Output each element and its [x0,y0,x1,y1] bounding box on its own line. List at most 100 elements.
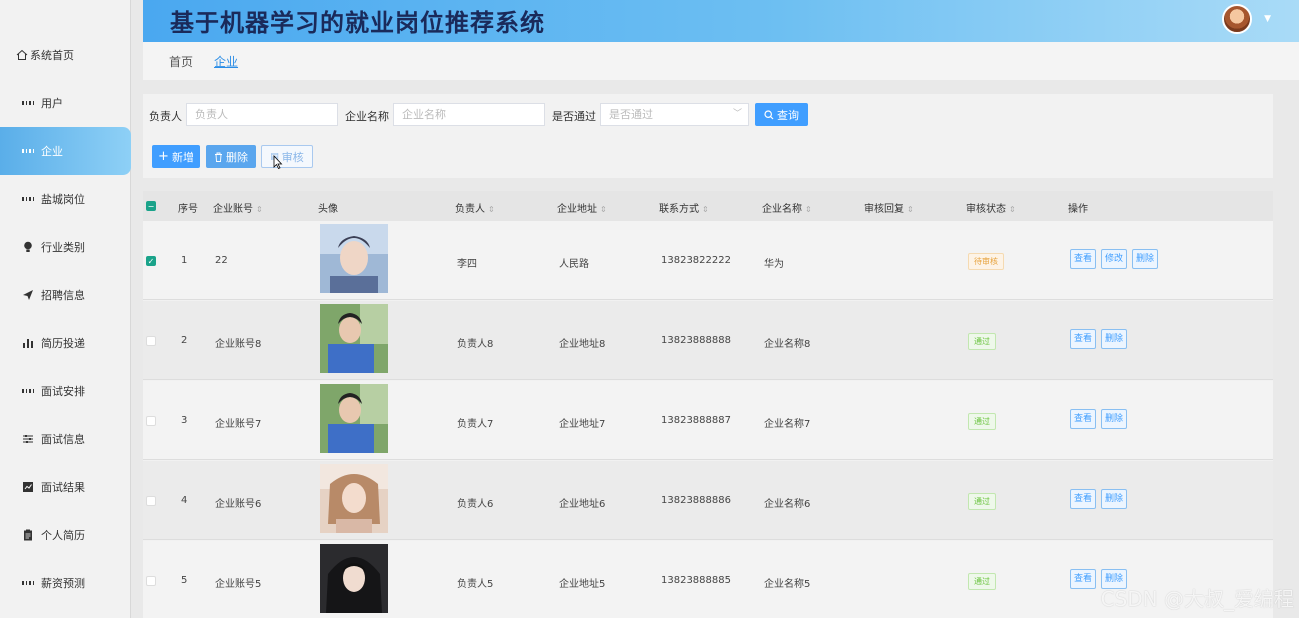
sidebar-item-users[interactable]: 用户 [0,79,131,127]
passed-select-value: 是否通过 [609,108,653,121]
row-checkbox[interactable] [146,496,156,506]
cell-company-name: 企业名称7 [764,419,811,430]
view-button[interactable]: 查看 [1070,489,1097,509]
cell-index: 2 [181,335,188,346]
chevron-down-icon[interactable]: ▼ [1264,14,1271,24]
chevron-down-icon: ﹀ [732,109,742,119]
company-table: − 序号 企业账号 ⇕ 头像 负责人 ⇕ 企业地址 ⇕ 联系方式 ⇕ 企业名称 ⇕ 审核回… [143,191,1273,618]
sidebar-item-recruit[interactable]: 招聘信息 [0,271,131,319]
company-name-input[interactable]: 企业名称 [393,103,545,126]
sidebar-item-resume-submit[interactable]: 简历投递 [0,319,131,367]
row-checkbox[interactable] [146,416,156,426]
sidebar-item-interview-result[interactable]: 面试结果 [0,463,131,511]
avatar-image [320,464,388,533]
grid-icon [22,193,34,205]
th-address[interactable]: 企业地址 ⇕ [557,200,607,215]
sidebar-item-label: 面试安排 [41,385,85,398]
search-button[interactable]: 查询 [755,103,808,126]
review-button-label: 审核 [281,150,304,164]
sidebar-item-industry[interactable]: 行业类别 [0,223,131,271]
cell-index: 3 [181,415,188,426]
passed-label: 是否通过 [552,110,596,123]
search-icon [764,109,774,119]
company-name-label: 企业名称 [345,110,389,123]
table-header: − 序号 企业账号 ⇕ 头像 负责人 ⇕ 企业地址 ⇕ 联系方式 ⇕ 企业名称 ⇕ 审核回… [143,191,1273,221]
app-title: 基于机器学习的就业岗位推荐系统 [170,9,545,37]
row-checkbox[interactable] [146,576,156,586]
cell-owner: 负责人5 [457,579,494,590]
th-company-name[interactable]: 企业名称 ⇕ [762,200,812,215]
row-checkbox[interactable]: ✓ [146,256,156,266]
owner-input[interactable]: 负责人 [186,103,338,126]
add-button[interactable]: + 新增 [152,145,200,168]
sidebar-item-company[interactable]: 企业 [0,127,131,175]
review-button[interactable]: ▤ 审核 [261,145,313,168]
sidebar-item-label: 系统首页 [30,49,74,62]
owner-label: 负责人 [149,110,182,123]
search-button-label: 查询 [777,108,799,122]
sidebar-item-interview-info[interactable]: 面试信息 [0,415,131,463]
bar-chart-icon [22,337,34,349]
th-review-status[interactable]: 审核状态 ⇕ [966,200,1016,215]
sidebar-item-interview-schedule[interactable]: 面试安排 [0,367,131,415]
grid-icon [22,97,34,109]
plus-icon: + [158,149,169,164]
delete-row-button[interactable]: 删除 [1101,489,1128,509]
sidebar-item-label: 盐城岗位 [41,193,85,206]
th-account[interactable]: 企业账号 ⇕ [213,200,263,215]
sidebar-item-salary[interactable]: 薪资预测 [0,559,131,607]
select-all-checkbox[interactable]: − [146,201,156,211]
delete-button[interactable]: 删除 [206,145,256,168]
sidebar-item-home[interactable]: 系统首页 [0,31,131,79]
avatar-image [320,304,388,373]
send-icon [22,289,34,301]
th-phone[interactable]: 联系方式 ⇕ [659,200,709,215]
cell-company-name: 企业名称6 [764,499,811,510]
delete-row-button[interactable]: 删除 [1101,329,1128,349]
view-button[interactable]: 查看 [1070,569,1097,589]
table-row: ✓ 1 22 李四 人民路 13823822222 华为 待审核 查看 修改 删… [143,221,1273,300]
sidebar-item-label: 用户 [41,97,63,110]
trash-icon [215,152,222,162]
cell-address: 企业地址5 [559,579,606,590]
status-badge: 通过 [968,493,996,510]
edit-button[interactable]: 修改 [1101,249,1128,269]
th-review-reply[interactable]: 审核回复 ⇕ [864,200,914,215]
avatar-image [320,544,388,613]
view-button[interactable]: 查看 [1070,409,1097,429]
chart-box-icon [22,481,34,493]
cell-company-name: 企业名称8 [764,339,811,350]
cell-phone: 13823888887 [661,415,731,426]
cell-owner: 负责人7 [457,419,494,430]
passed-select[interactable]: 是否通过 ﹀ [600,103,749,126]
cell-company-name: 华为 [764,259,784,270]
cell-phone: 13823888886 [661,495,731,506]
breadcrumb-current[interactable]: 企业 [214,53,238,70]
sidebar-item-resume[interactable]: 个人简历 [0,511,131,559]
th-owner[interactable]: 负责人 ⇕ [455,200,495,215]
mouse-cursor-icon [273,155,283,169]
cell-owner: 李四 [457,259,477,270]
grid-icon [22,145,34,157]
avatar[interactable] [1222,4,1252,34]
view-button[interactable]: 查看 [1070,329,1097,349]
delete-row-button[interactable]: 删除 [1132,249,1159,269]
avatar-image [320,224,388,293]
top-header: 基于机器学习的就业岗位推荐系统 ▼ [143,0,1299,42]
sidebar-item-jobs[interactable]: 盐城岗位 [0,175,131,223]
cell-phone: 13823888888 [661,335,731,346]
cell-account: 企业账号6 [215,499,262,510]
cell-address: 企业地址6 [559,499,606,510]
status-badge: 通过 [968,333,996,350]
delete-row-button[interactable]: 删除 [1101,409,1128,429]
view-button[interactable]: 查看 [1070,249,1097,269]
grid-icon [22,385,34,397]
sidebar-item-label: 面试结果 [41,481,85,494]
breadcrumb-home[interactable]: 首页 [169,53,193,70]
sidebar-item-label: 薪资预测 [41,577,85,590]
status-badge: 通过 [968,573,996,590]
breadcrumb: 首页 企业 [143,42,1299,80]
row-checkbox[interactable] [146,336,156,346]
cell-address: 企业地址7 [559,419,606,430]
cell-account: 企业账号7 [215,419,262,430]
